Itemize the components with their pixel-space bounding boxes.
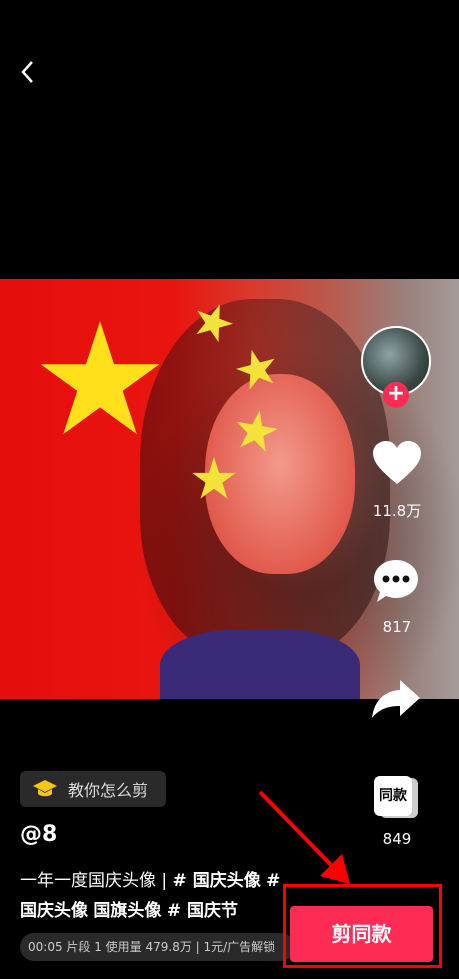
shirt-shape <box>160 629 360 699</box>
description-text: 一年一度国庆头像 | <box>20 871 173 891</box>
graduation-cap-icon <box>33 780 57 797</box>
comments-count: 817 <box>382 618 412 636</box>
follow-plus-icon[interactable]: + <box>383 382 409 408</box>
likes-count: 11.8万 <box>372 502 422 520</box>
big-star-icon <box>40 321 160 435</box>
tutorial-chip[interactable]: 教你怎么剪 <box>20 771 166 807</box>
same-style-icon[interactable]: 同款 <box>374 776 418 820</box>
comment-icon[interactable] <box>372 558 420 604</box>
hashtag[interactable]: 国旗头像 <box>93 901 161 921</box>
hashtag[interactable]: # 国庆节 <box>167 901 238 921</box>
username[interactable]: @8 <box>20 822 57 847</box>
small-star-icon <box>236 349 275 390</box>
same-style-count: 849 <box>382 830 412 848</box>
tutorial-label: 教你怎么剪 <box>68 781 149 800</box>
heart-icon[interactable] <box>372 440 422 486</box>
small-star-icon <box>196 304 233 343</box>
small-star-icon <box>192 457 236 499</box>
hashtag[interactable]: 国庆头像 <box>20 901 88 921</box>
annotation-arrow-icon <box>258 790 350 884</box>
share-arrow-icon[interactable] <box>370 678 422 720</box>
small-star-icon <box>236 410 278 452</box>
template-info-bar: 00:05 片段 1 使用量 479.8万 | 1元/广告解锁 <box>20 933 295 961</box>
author-avatar[interactable]: + <box>361 326 431 408</box>
same-style-label: 同款 <box>374 776 412 816</box>
cut-same-button[interactable]: 剪同款 <box>290 906 433 962</box>
back-chevron-icon[interactable] <box>16 58 40 86</box>
hashtag[interactable]: # 国庆头像 <box>173 871 261 891</box>
